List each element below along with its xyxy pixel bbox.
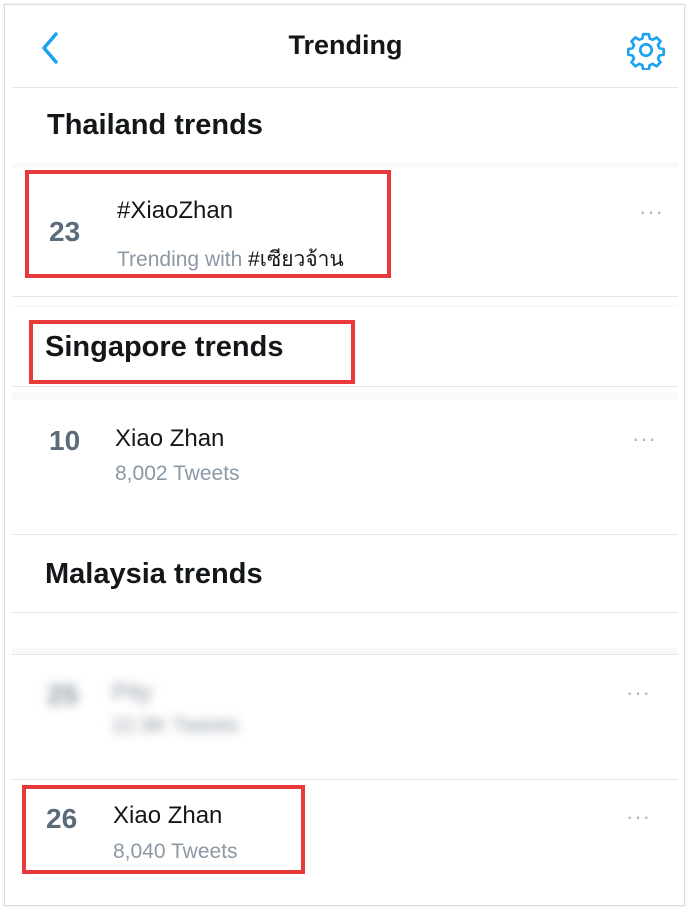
section-heading-malaysia: Malaysia trends: [45, 558, 263, 590]
page-title: Trending: [288, 30, 403, 60]
trend-name: Xiao Zhan: [115, 425, 225, 452]
section-separator: [12, 392, 678, 400]
section-heading-thailand: Thailand trends: [47, 109, 263, 141]
tweet-count: 8,002 Tweets: [115, 462, 240, 485]
divider: [12, 296, 678, 297]
gear-icon: [627, 32, 665, 71]
more-options-icon[interactable]: ···: [626, 804, 651, 830]
trend-rank: 10: [49, 425, 81, 456]
divider: [12, 386, 678, 387]
more-options-icon[interactable]: ···: [632, 426, 657, 452]
divider: [12, 534, 678, 535]
divider: [12, 612, 678, 613]
tweet-count: 22.9K Tweets: [112, 714, 239, 737]
highlight-box: [25, 170, 391, 278]
trend-item-xiaozhan-singapore[interactable]: 10 Xiao Zhan 8,002 Tweets ···: [12, 401, 678, 534]
section-separator: [12, 305, 678, 307]
highlight-box: [22, 785, 305, 874]
settings-button[interactable]: [626, 30, 666, 71]
more-options-icon[interactable]: ···: [626, 680, 651, 706]
trend-name: Pity: [112, 679, 153, 706]
trend-item-blurred[interactable]: 25 Pity 22.9K Tweets ···: [12, 655, 678, 779]
divider: [12, 87, 678, 88]
highlight-box: [29, 320, 355, 384]
more-options-icon[interactable]: ···: [639, 199, 664, 225]
trend-rank: 25: [47, 679, 79, 710]
